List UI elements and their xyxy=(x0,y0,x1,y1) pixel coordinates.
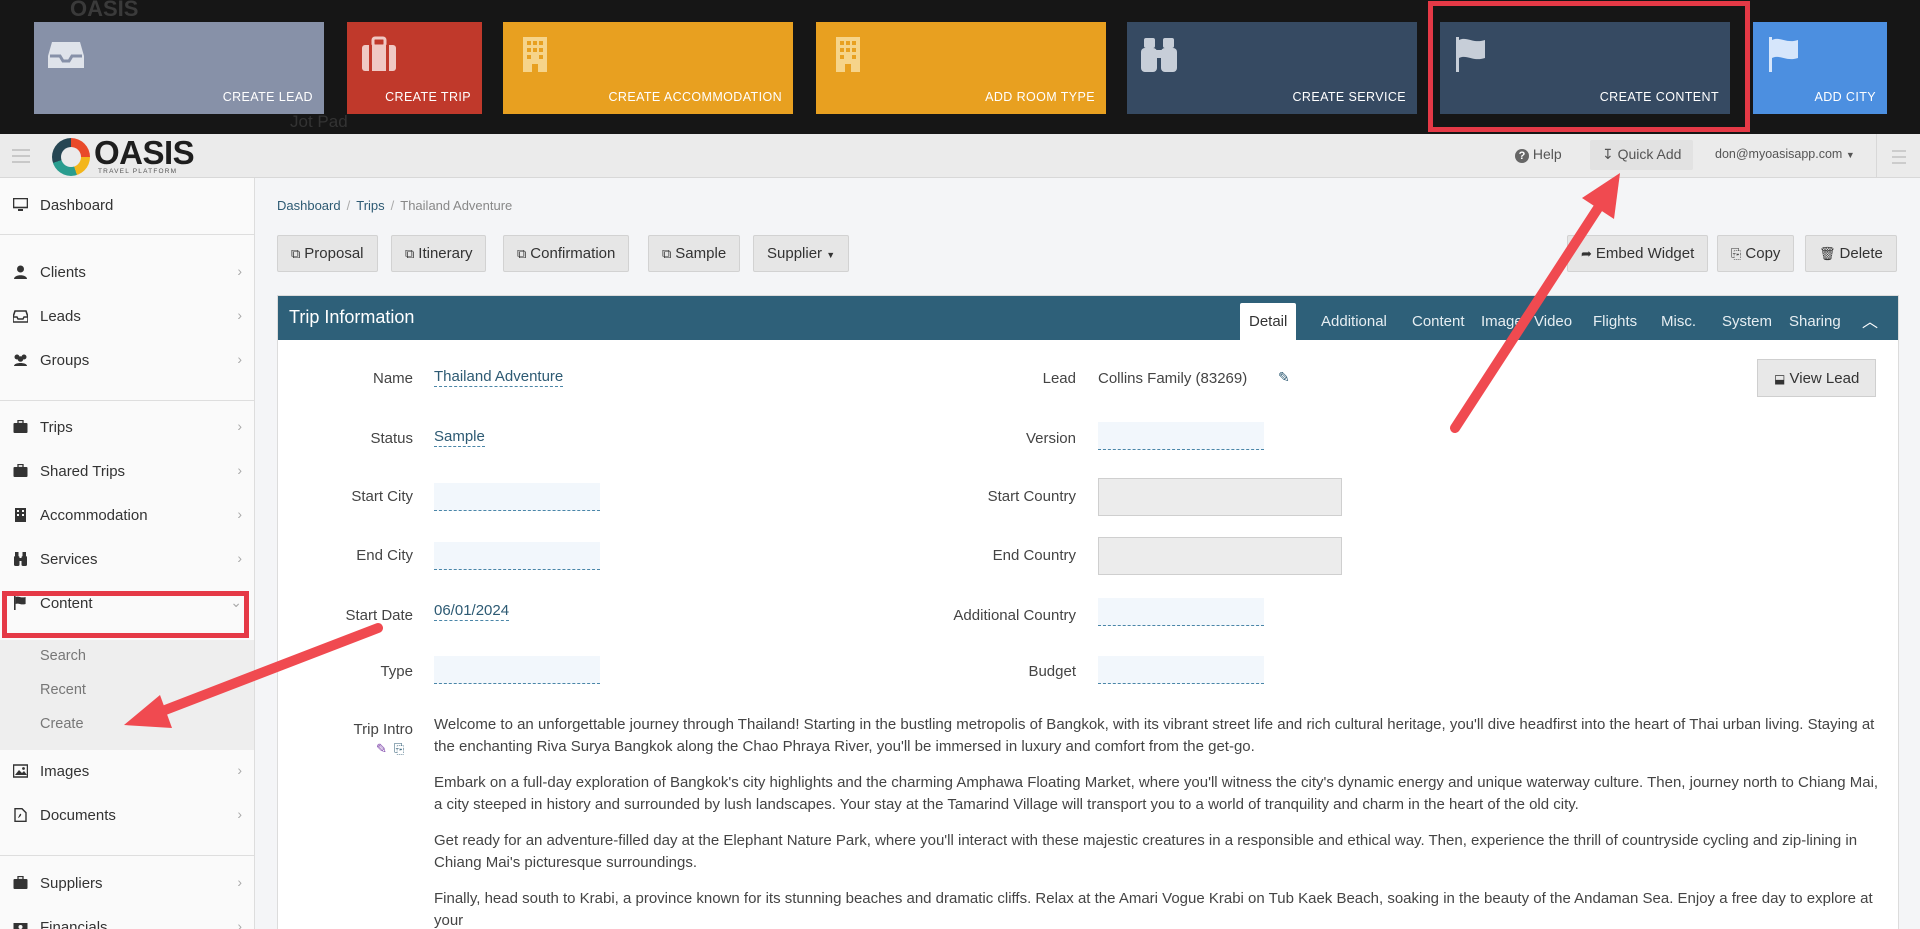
annotation-arrows xyxy=(124,173,1620,728)
arrow-to-create xyxy=(124,623,383,728)
arrow-to-quick-add xyxy=(1450,173,1620,433)
